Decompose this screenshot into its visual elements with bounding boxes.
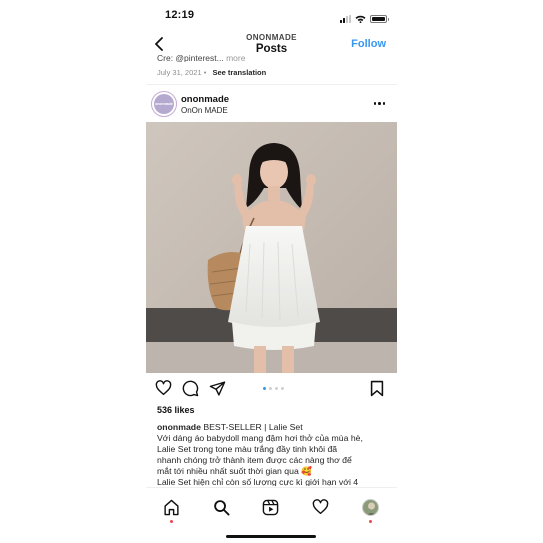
post-caption: ononmade BEST-SELLER | Lalie Set Với dán… [157, 422, 389, 486]
caption-line: Với dáng áo babydoll mang đậm hơi thở củ… [157, 433, 363, 443]
follow-button[interactable]: Follow [351, 38, 386, 50]
tab-search[interactable] [210, 496, 232, 518]
notification-dot [368, 520, 372, 523]
status-icons [340, 10, 389, 28]
previous-caption-text: Cre: @pinterest... [157, 54, 224, 62]
more-link[interactable]: more [224, 54, 245, 62]
cellular-signal-icon [340, 15, 351, 23]
wifi-icon [355, 10, 366, 28]
carousel-indicator [263, 387, 284, 390]
caption-line: nhanh chóng trở thành item được các nàng… [157, 455, 352, 465]
previous-post-meta: July 31, 2021 • See translation [157, 68, 266, 77]
instagram-phone-screen: 12:19 ONONMADE Posts Follow Cre: @pinter… [146, 0, 397, 543]
send-icon [209, 380, 225, 396]
caption-line: mắt tới nhiều nhất suốt thời gian qua 🥰 [157, 466, 313, 476]
status-time: 12:19 [165, 9, 195, 21]
tab-profile[interactable] [359, 496, 381, 523]
battery-icon [370, 15, 389, 23]
separator-dot: • [203, 68, 207, 77]
notification-dot [169, 520, 173, 523]
carousel-dot [281, 387, 284, 390]
post-header: ononmade ononmade OnOn MADE [146, 90, 397, 120]
share-button[interactable] [207, 378, 227, 398]
comment-icon [182, 380, 198, 396]
caption-title: BEST-SELLER | Lalie Set [203, 422, 303, 432]
caption-line: Lalie Set trong tone màu trắng đầy tinh … [157, 444, 338, 454]
tab-activity[interactable] [309, 496, 331, 518]
like-count[interactable]: 536 likes [157, 405, 195, 415]
post-photo [146, 122, 397, 373]
post-actions [146, 378, 397, 400]
caption-line: Lalie Set hiện chỉ còn số lượng cực kì g… [157, 477, 359, 486]
see-translation-link[interactable]: See translation [212, 68, 266, 77]
status-bar: 12:19 [146, 0, 397, 30]
avatar[interactable]: ononmade [151, 91, 177, 117]
home-indicator [226, 535, 316, 538]
divider [146, 84, 397, 85]
reels-icon [262, 499, 278, 515]
carousel-dot [275, 387, 278, 390]
avatar-logo: ononmade [154, 94, 174, 114]
search-icon [213, 499, 230, 516]
like-button[interactable] [153, 378, 173, 398]
comment-button[interactable] [180, 378, 200, 398]
tab-home[interactable] [160, 496, 182, 523]
tab-reels[interactable] [259, 496, 281, 518]
home-icon [163, 499, 179, 515]
save-button[interactable] [367, 378, 387, 398]
previous-post-caption: Cre: @pinterest... more [157, 54, 387, 62]
carousel-dot [263, 387, 266, 390]
post-location[interactable]: OnOn MADE [181, 106, 228, 115]
profile-avatar [361, 498, 379, 516]
heart-icon [312, 499, 328, 515]
carousel-dot [269, 387, 272, 390]
heart-icon [155, 380, 171, 396]
post-date: July 31, 2021 [157, 68, 202, 77]
caption-username[interactable]: ononmade [157, 422, 201, 432]
bookmark-icon [370, 380, 384, 396]
post-image[interactable] [146, 122, 397, 373]
more-options-icon[interactable] [372, 100, 388, 107]
post-username[interactable]: ononmade [181, 94, 229, 105]
